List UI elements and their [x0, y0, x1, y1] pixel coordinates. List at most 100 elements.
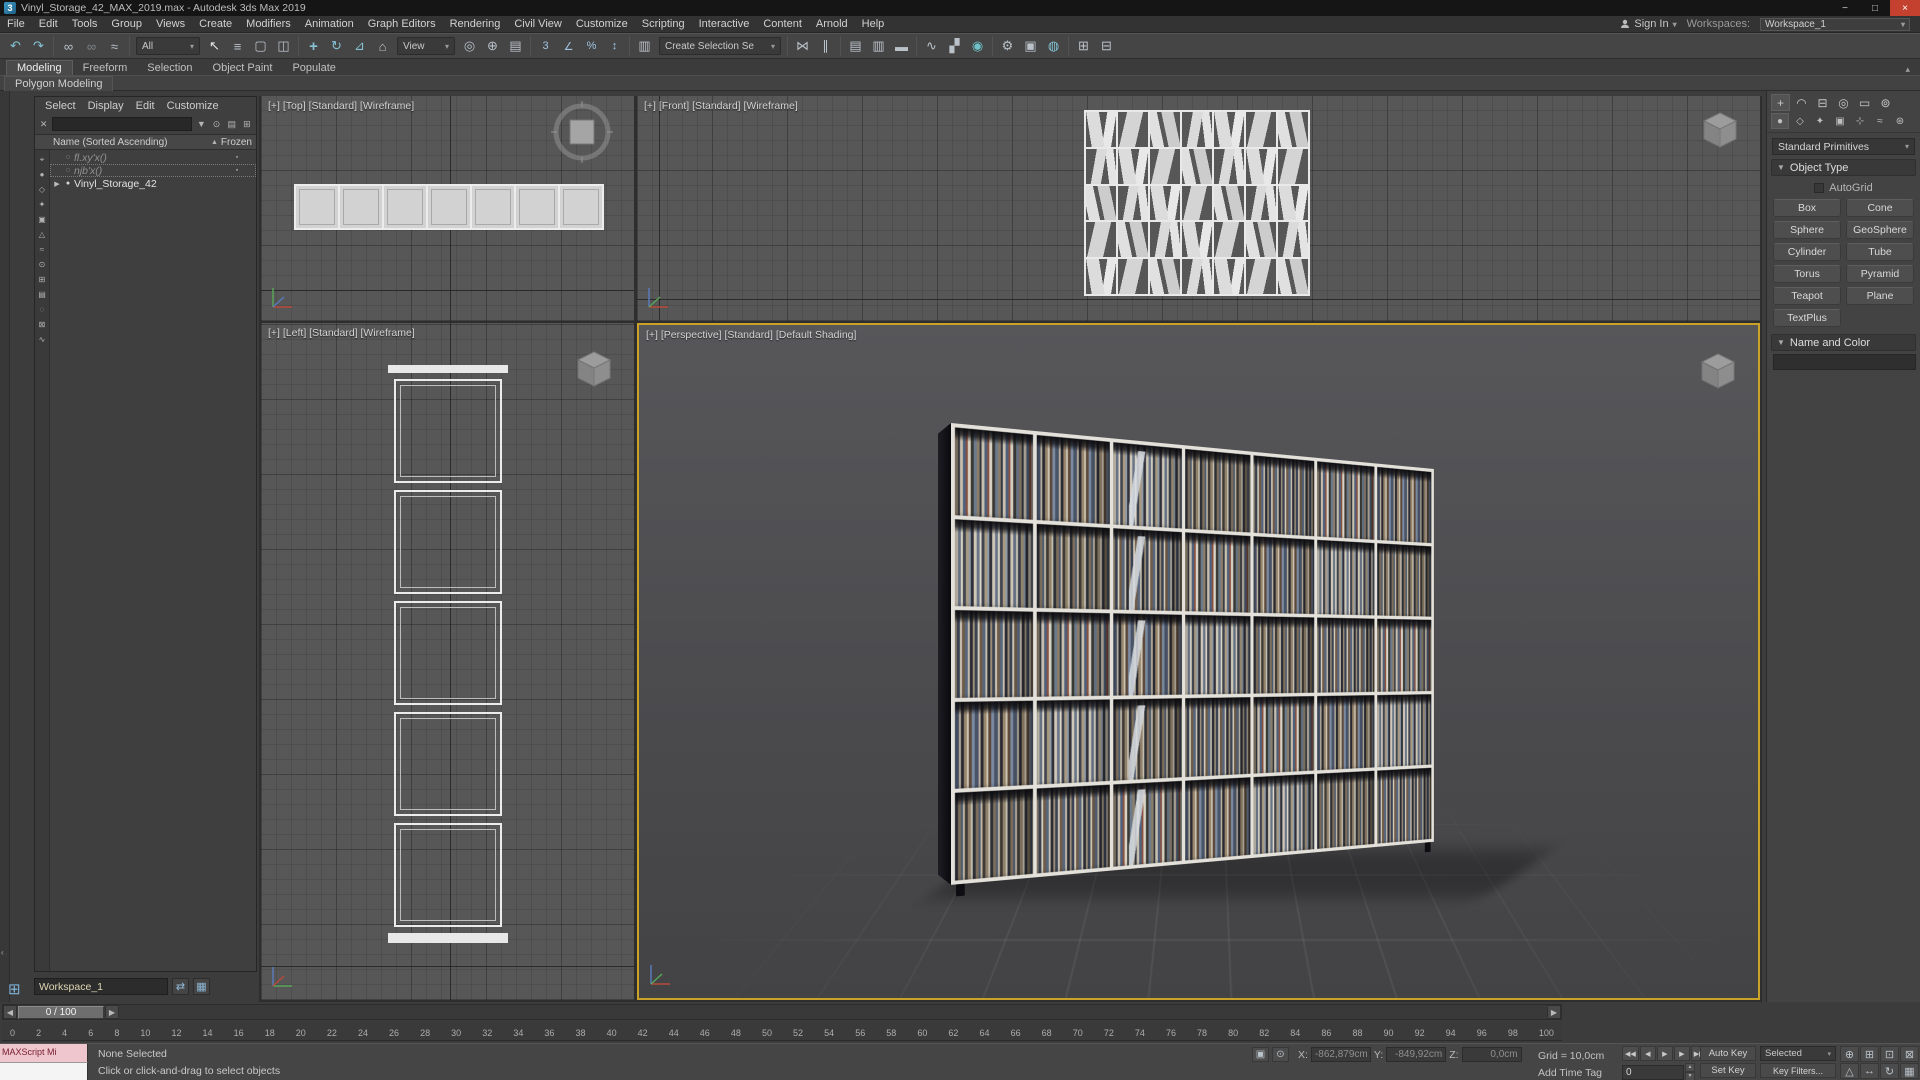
- workspace-grid-icon[interactable]: ▦: [193, 978, 210, 995]
- use-pivot-center-icon[interactable]: ◎: [458, 35, 481, 57]
- scene-explorer-toggle-icon[interactable]: ▤: [844, 35, 867, 57]
- keyboard-override-icon[interactable]: ▤: [504, 35, 527, 57]
- window-crossing-icon[interactable]: ◫: [272, 35, 295, 57]
- add-time-tag[interactable]: Add Time Tag: [1538, 1067, 1602, 1079]
- ref-coord-dropdown[interactable]: View ▾: [397, 37, 455, 55]
- selection-region-icon[interactable]: ▢: [249, 35, 272, 57]
- maximize-button[interactable]: □: [1860, 0, 1890, 16]
- menu-item[interactable]: Animation: [298, 18, 361, 30]
- viewcube-compass[interactable]: [550, 100, 614, 164]
- viewport-label[interactable]: [+] [Perspective] [Standard] [Default Sh…: [646, 329, 856, 341]
- explorer-menu-item[interactable]: Edit: [131, 100, 160, 112]
- object-type-button[interactable]: Cylinder: [1773, 243, 1841, 261]
- render-production-icon[interactable]: ◍: [1042, 35, 1065, 57]
- layer-explorer-toggle-icon[interactable]: ▥: [867, 35, 890, 57]
- lock-icon[interactable]: ⊙: [210, 119, 222, 130]
- category-cameras[interactable]: ▣: [1831, 113, 1849, 129]
- category-lights[interactable]: ✦: [1811, 113, 1829, 129]
- unlink-selection-icon[interactable]: ∞: [80, 35, 103, 57]
- object-type-button[interactable]: Cone: [1846, 199, 1914, 217]
- menu-item[interactable]: Modifiers: [239, 18, 298, 30]
- menu-item[interactable]: Content: [756, 18, 809, 30]
- select-by-name-icon[interactable]: ≡: [226, 35, 249, 57]
- menu-item[interactable]: Edit: [32, 18, 65, 30]
- explorer-column-header[interactable]: Name (Sorted Ascending) ▲ Frozen: [35, 134, 256, 150]
- prev-frame-arrow[interactable]: ◀: [3, 1005, 17, 1019]
- viewcube[interactable]: [1696, 349, 1740, 393]
- row-expander-icon[interactable]: ▶: [52, 180, 62, 188]
- maxscript-listener-pane[interactable]: [0, 1062, 88, 1080]
- close-button[interactable]: ×: [1890, 0, 1920, 16]
- explorer-menu-item[interactable]: Customize: [162, 100, 224, 112]
- set-key-button[interactable]: Set Key: [1700, 1063, 1756, 1078]
- viewport-left[interactable]: [+] [Left] [Standard] [Wireframe]: [261, 323, 634, 1000]
- key-filters-button[interactable]: Key Filters...: [1760, 1063, 1836, 1078]
- select-rotate-icon[interactable]: ↻: [325, 35, 348, 57]
- curve-editor-icon[interactable]: ∿: [920, 35, 943, 57]
- maximize-viewport-icon[interactable]: ▦: [1900, 1063, 1919, 1079]
- menu-item[interactable]: File: [0, 18, 32, 30]
- menu-item[interactable]: Create: [192, 18, 239, 30]
- ribbon-minimize-icon[interactable]: ▴: [1905, 64, 1910, 75]
- object-type-button[interactable]: Box: [1773, 199, 1841, 217]
- spin-up-icon[interactable]: ▲: [1685, 1063, 1695, 1072]
- tab-create[interactable]: +: [1771, 94, 1790, 111]
- y-coordinate-field[interactable]: [1386, 1047, 1447, 1062]
- clear-search-icon[interactable]: ✕: [38, 119, 49, 130]
- category-shapes[interactable]: ◇: [1791, 113, 1809, 129]
- filter-shapes-icon[interactable]: ◇: [35, 182, 49, 197]
- grid-utilities-icon[interactable]: ⊟: [1095, 35, 1118, 57]
- category-systems[interactable]: ⊛: [1891, 113, 1909, 129]
- snap-3d-icon[interactable]: 3: [534, 35, 557, 57]
- ribbon-toggle-icon[interactable]: ▬: [890, 35, 913, 57]
- object-type-button[interactable]: Sphere: [1773, 221, 1841, 239]
- viewcube[interactable]: [572, 347, 616, 391]
- next-frame-button[interactable]: ▶: [1673, 1046, 1690, 1061]
- filter-helpers-icon[interactable]: △: [35, 227, 49, 242]
- viewcube[interactable]: [1698, 108, 1742, 152]
- object-type-button[interactable]: Tube: [1846, 243, 1914, 261]
- object-type-button[interactable]: GeoSphere: [1846, 221, 1914, 239]
- tab-display[interactable]: ▭: [1855, 94, 1874, 111]
- viewport-perspective[interactable]: [+] [Perspective] [Standard] [Default Sh…: [637, 323, 1760, 1000]
- collapse-arrow-icon[interactable]: ‹: [1, 948, 4, 957]
- filter-lights-icon[interactable]: ✦: [35, 197, 49, 212]
- menu-item[interactable]: Graph Editors: [361, 18, 443, 30]
- spin-down-icon[interactable]: ▼: [1685, 1072, 1695, 1080]
- vinyl-shelf-3d[interactable]: [937, 423, 1434, 897]
- spinner-snap-icon[interactable]: ↕: [603, 35, 626, 57]
- named-sets-dropdown[interactable]: Create Selection Se ▾: [659, 37, 781, 55]
- angle-snap-icon[interactable]: ∠: [557, 35, 580, 57]
- category-geometry[interactable]: ●: [1771, 113, 1789, 129]
- filter-containers-icon[interactable]: ▤: [35, 287, 49, 302]
- material-editor-icon[interactable]: ◉: [966, 35, 989, 57]
- align-icon[interactable]: ∥: [814, 35, 837, 57]
- menu-item[interactable]: Rendering: [443, 18, 508, 30]
- maxscript-macro-pane[interactable]: MAXScript Mi: [0, 1044, 88, 1062]
- menu-item[interactable]: Scripting: [635, 18, 692, 30]
- filter-dropdown-icon[interactable]: ▼: [195, 119, 207, 129]
- track-bar[interactable]: 0 2 4 6 8 10 12 14 16 18 20 22 24 26 28 30 32 34 36 38 40 42 4…: [2, 1022, 1562, 1041]
- selection-filter-dropdown[interactable]: All ▾: [136, 37, 200, 55]
- viewport-label[interactable]: [+] [Top] [Standard] [Wireframe]: [268, 100, 414, 112]
- prev-frame-button[interactable]: ◀: [1639, 1046, 1656, 1061]
- filter-cameras-icon[interactable]: ▣: [35, 212, 49, 227]
- name-column-header[interactable]: Name (Sorted Ascending): [39, 137, 211, 148]
- menu-item[interactable]: Civil View: [507, 18, 568, 30]
- menu-item[interactable]: Group: [104, 18, 149, 30]
- isolate-selection-toggle-icon[interactable]: ▣: [1252, 1047, 1269, 1062]
- filter-spacewarps-icon[interactable]: ≈: [35, 242, 49, 257]
- play-button[interactable]: ▶: [1656, 1046, 1673, 1061]
- explorer-settings-icon[interactable]: ⊞: [241, 119, 253, 130]
- selection-lock-toggle-icon[interactable]: ⊙: [1272, 1047, 1289, 1062]
- filter-materials-icon[interactable]: ◌: [35, 302, 49, 317]
- explorer-row[interactable]: ▶ ● Vinyl_Storage_42: [50, 177, 256, 190]
- menu-item[interactable]: Views: [149, 18, 192, 30]
- tab-motion[interactable]: ◎: [1834, 94, 1853, 111]
- key-mode-dropdown[interactable]: Selected ▾: [1760, 1046, 1836, 1061]
- rendered-frame-icon[interactable]: ▣: [1019, 35, 1042, 57]
- select-scale-icon[interactable]: ⊿: [348, 35, 371, 57]
- workspace-dropdown[interactable]: Workspace_1 ▾: [1760, 17, 1910, 31]
- object-type-button[interactable]: Plane: [1846, 287, 1914, 305]
- next-frame-arrow[interactable]: ▶: [105, 1005, 119, 1019]
